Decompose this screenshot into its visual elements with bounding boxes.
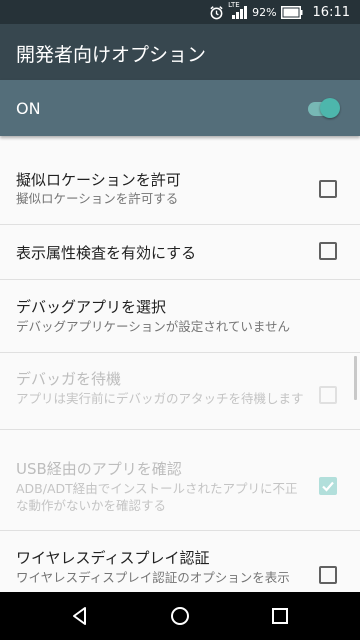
master-switch-label: ON bbox=[16, 99, 41, 118]
setting-summary: 擬似ロケーションを許可する bbox=[16, 191, 179, 206]
setting-title: ワイヤレスディスプレイ認証 bbox=[16, 549, 210, 567]
setting-wait-for-debugger: デバッガを待機 アプリは実行前にデバッガのアタッチを待機します bbox=[0, 353, 360, 429]
switch-thumb[interactable] bbox=[320, 98, 340, 118]
wait-for-debugger-checkbox bbox=[319, 386, 337, 404]
mock-location-checkbox[interactable] bbox=[319, 180, 337, 198]
scrollbar[interactable] bbox=[354, 356, 357, 400]
signal-icon bbox=[232, 6, 248, 19]
status-icons: LTE 92% 16:11 bbox=[209, 0, 350, 24]
page-title: 開発者向けオプション bbox=[16, 44, 207, 66]
view-attribute-checkbox[interactable] bbox=[319, 242, 337, 260]
setting-title: デバッグアプリを選択 bbox=[16, 298, 167, 316]
app-bar: 開発者向けオプション bbox=[0, 24, 360, 80]
setting-mock-location[interactable]: 擬似ロケーションを許可 擬似ロケーションを許可する bbox=[0, 156, 360, 216]
alarm-icon bbox=[210, 5, 223, 19]
setting-summary: ワイヤレスディスプレイ認証のオプションを表示 bbox=[16, 570, 290, 585]
master-switch-bar[interactable]: ON bbox=[0, 80, 360, 136]
recents-icon[interactable] bbox=[268, 604, 292, 628]
setting-verify-apps-over-usb: USB経由のアプリを確認 ADB/ADT経由でインストールされたアプリに不正な動… bbox=[0, 430, 360, 530]
setting-select-debug-app[interactable]: デバッグアプリを選択 デバッグアプリケーションが設定されていません bbox=[0, 280, 360, 350]
settings-list[interactable]: 擬似ロケーションを許可 擬似ロケーションを許可する 表示属性検査を有効にする デ… bbox=[0, 136, 360, 592]
setting-summary: アプリは実行前にデバッガのアタッチを待機します bbox=[16, 391, 304, 406]
clock: 16:11 bbox=[312, 4, 350, 20]
setting-title: 表示属性検査を有効にする bbox=[16, 244, 197, 262]
setting-title: 擬似ロケーションを許可 bbox=[16, 171, 181, 189]
home-icon[interactable] bbox=[168, 604, 192, 628]
setting-title: デバッガを待機 bbox=[16, 370, 122, 388]
wireless-display-checkbox[interactable] bbox=[319, 566, 337, 584]
back-icon[interactable] bbox=[68, 604, 92, 628]
setting-view-attribute-inspection[interactable]: 表示属性検査を有効にする bbox=[0, 225, 360, 279]
setting-summary: デバッグアプリケーションが設定されていません bbox=[16, 319, 291, 334]
setting-title: USB経由のアプリを確認 bbox=[16, 460, 182, 478]
signal-indicator: LTE bbox=[228, 1, 248, 20]
battery-percent: 92% bbox=[252, 5, 277, 19]
battery-icon bbox=[280, 5, 303, 19]
setting-wireless-display-certification[interactable]: ワイヤレスディスプレイ認証 ワイヤレスディスプレイ認証のオプションを表示 bbox=[0, 531, 360, 592]
navigation-bar bbox=[0, 592, 360, 640]
check-icon bbox=[322, 481, 334, 492]
setting-summary: ADB/ADT経由でインストールされたアプリに不正な動作がないかを確認する bbox=[16, 481, 298, 513]
status-bar: LTE 92% 16:11 bbox=[0, 0, 360, 24]
verify-apps-checkbox bbox=[319, 477, 337, 495]
